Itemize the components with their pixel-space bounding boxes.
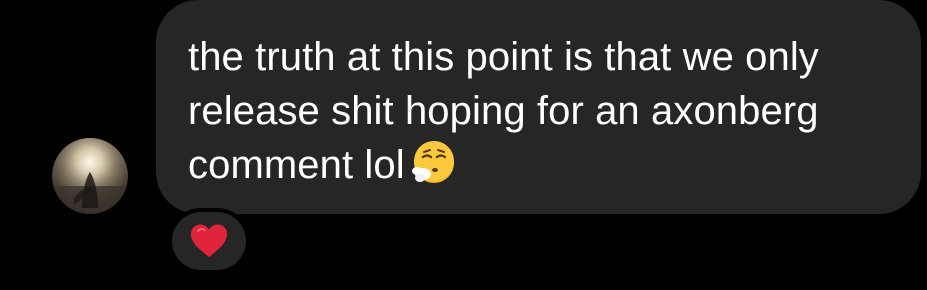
face-exhaling-emoji-icon bbox=[411, 140, 457, 186]
message-bubble[interactable]: the truth at this point is that we only … bbox=[156, 0, 921, 214]
message-text: the truth at this point is that we only … bbox=[188, 35, 819, 187]
avatar[interactable] bbox=[52, 138, 128, 214]
message-body: the truth at this point is that we only … bbox=[188, 30, 891, 192]
dm-thread: the truth at this point is that we only … bbox=[0, 0, 927, 290]
avatar-photo-icon bbox=[52, 138, 128, 214]
reaction-badge[interactable] bbox=[168, 208, 250, 274]
red-heart-icon bbox=[191, 224, 227, 257]
